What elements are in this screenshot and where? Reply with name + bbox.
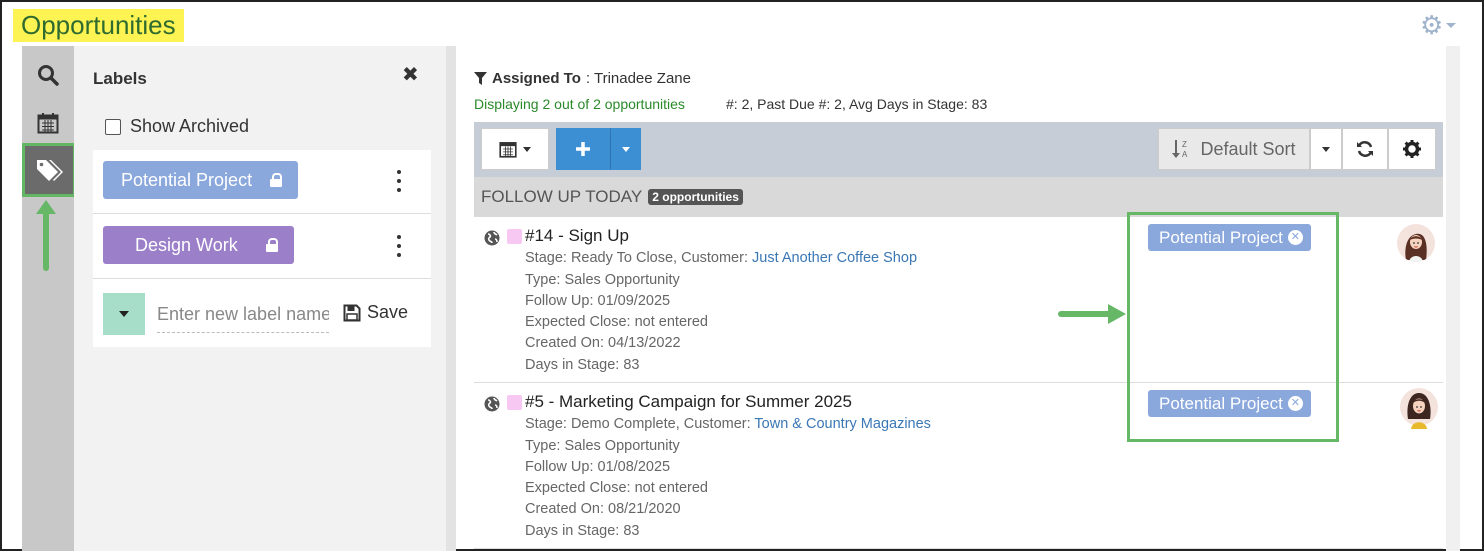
opportunity-created-on: Created On: 04/13/2022 xyxy=(525,335,681,351)
calendar-icon xyxy=(499,142,517,158)
label-row: Design Work xyxy=(93,215,431,279)
add-opportunity-button[interactable] xyxy=(556,128,610,170)
label-list: Potential Project Design Work Save xyxy=(93,150,431,347)
chevron-down-icon xyxy=(621,146,630,152)
chevron-down-icon xyxy=(1446,22,1457,28)
tags-icon xyxy=(37,160,63,181)
new-label-input[interactable] xyxy=(157,297,329,333)
globe-icon xyxy=(484,230,500,246)
svg-text:A: A xyxy=(1182,150,1188,159)
label-options-icon[interactable] xyxy=(396,235,402,257)
labels-panel-title: Labels xyxy=(93,69,147,88)
avatar xyxy=(1397,224,1435,262)
assigned-to-label: Assigned To xyxy=(492,70,581,87)
refresh-button[interactable] xyxy=(1342,128,1388,170)
save-label: Save xyxy=(367,302,409,322)
color-swatch xyxy=(507,395,522,410)
calendar-dropdown-button[interactable] xyxy=(481,128,549,170)
calendar-icon xyxy=(37,113,59,134)
toolbar: ZA Default Sort xyxy=(474,122,1443,177)
color-swatch xyxy=(507,229,522,244)
opportunity-expected-close: Expected Close: not entered xyxy=(525,480,708,496)
opportunity-type: Type: Sales Opportunity xyxy=(525,438,680,454)
panel-divider[interactable] xyxy=(446,46,456,551)
rail-search-button[interactable] xyxy=(22,50,74,100)
opportunity-stage: Stage: Demo Complete, Customer: Town & C… xyxy=(525,416,931,432)
rail-labels-button[interactable] xyxy=(22,143,76,197)
show-archived-toggle[interactable]: Show Archived xyxy=(105,116,249,137)
svg-text:Z: Z xyxy=(1182,140,1187,149)
gear-icon xyxy=(1403,140,1421,158)
sort-button[interactable]: ZA Default Sort xyxy=(1158,128,1310,170)
opportunity-created-on: Created On: 08/21/2020 xyxy=(525,501,681,517)
opportunity-days-in-stage: Days in Stage: 83 xyxy=(525,523,640,539)
annotation-up-arrow xyxy=(36,200,56,271)
label-name: Potential Project xyxy=(121,169,253,190)
scrollbar[interactable] xyxy=(1446,46,1460,551)
annotation-highlight-box xyxy=(1127,212,1339,442)
page-title: Opportunities xyxy=(13,9,184,42)
chevron-down-icon xyxy=(523,146,531,152)
show-archived-label: Show Archived xyxy=(130,116,250,136)
group-count-badge: 2 opportunities xyxy=(648,189,743,205)
label-color-picker[interactable] xyxy=(103,293,145,335)
add-options-dropdown[interactable] xyxy=(610,128,641,170)
lock-icon xyxy=(265,238,278,252)
plus-icon xyxy=(576,142,590,156)
opportunity-follow-up: Follow Up: 01/09/2025 xyxy=(525,293,671,309)
stage-text: Stage: Demo Complete, Customer: xyxy=(525,416,755,432)
assigned-to-filter: Assigned To: Trinadee Zane xyxy=(474,70,691,87)
label-options-icon[interactable] xyxy=(396,170,402,192)
opportunity-stats: #: 2, Past Due #: 2, Avg Days in Stage: … xyxy=(726,96,988,112)
close-icon[interactable]: ✖ xyxy=(402,62,419,87)
search-icon xyxy=(38,65,59,86)
show-archived-checkbox[interactable] xyxy=(105,118,121,135)
opportunity-expected-close: Expected Close: not entered xyxy=(525,314,708,330)
label-row: Potential Project xyxy=(93,150,431,214)
customer-link[interactable]: Just Another Coffee Shop xyxy=(752,250,917,266)
sort-alpha-icon: ZA xyxy=(1172,140,1188,159)
opportunity-follow-up: Follow Up: 01/08/2025 xyxy=(525,459,671,475)
annotation-right-arrow xyxy=(1058,304,1126,324)
opportunity-days-in-stage: Days in Stage: 83 xyxy=(525,357,640,373)
label-chip-potential-project[interactable]: Potential Project xyxy=(103,161,299,199)
group-header[interactable]: FOLLOW UP TODAY 2 opportunities xyxy=(474,177,1443,217)
chevron-down-icon xyxy=(119,311,129,317)
opportunity-stage: Stage: Ready To Close, Customer: Just An… xyxy=(525,250,917,266)
floppy-disk-icon xyxy=(343,304,361,321)
gear-icon: ⚙ xyxy=(1420,10,1444,40)
group-title: FOLLOW UP TODAY xyxy=(481,187,643,206)
lock-icon xyxy=(270,173,283,187)
avatar xyxy=(1399,385,1439,433)
refresh-icon xyxy=(1357,141,1373,157)
label-chip-design-work[interactable]: Design Work xyxy=(103,226,294,264)
rail-calendar-button[interactable] xyxy=(22,98,74,148)
assigned-to-value: : Trinadee Zane xyxy=(585,70,691,87)
filter-icon xyxy=(474,72,487,85)
sort-options-dropdown[interactable] xyxy=(1310,128,1342,170)
opportunity-type: Type: Sales Opportunity xyxy=(525,272,680,288)
settings-button[interactable] xyxy=(1388,128,1436,170)
customer-link[interactable]: Town & Country Magazines xyxy=(754,416,931,432)
opportunity-title[interactable]: #14 - Sign Up xyxy=(525,226,629,246)
chevron-down-icon xyxy=(1322,146,1330,152)
sort-label: Default Sort xyxy=(1200,138,1296,159)
side-rail xyxy=(22,46,74,551)
displaying-count: Displaying 2 out of 2 opportunities xyxy=(474,96,685,112)
opportunity-title[interactable]: #5 - Marketing Campaign for Summer 2025 xyxy=(525,392,852,412)
save-label-button[interactable]: Save xyxy=(343,302,408,323)
stage-text: Stage: Ready To Close, Customer: xyxy=(525,250,753,266)
globe-icon xyxy=(484,396,500,412)
settings-menu[interactable]: ⚙ xyxy=(1420,12,1464,38)
label-name: Design Work xyxy=(135,234,238,255)
